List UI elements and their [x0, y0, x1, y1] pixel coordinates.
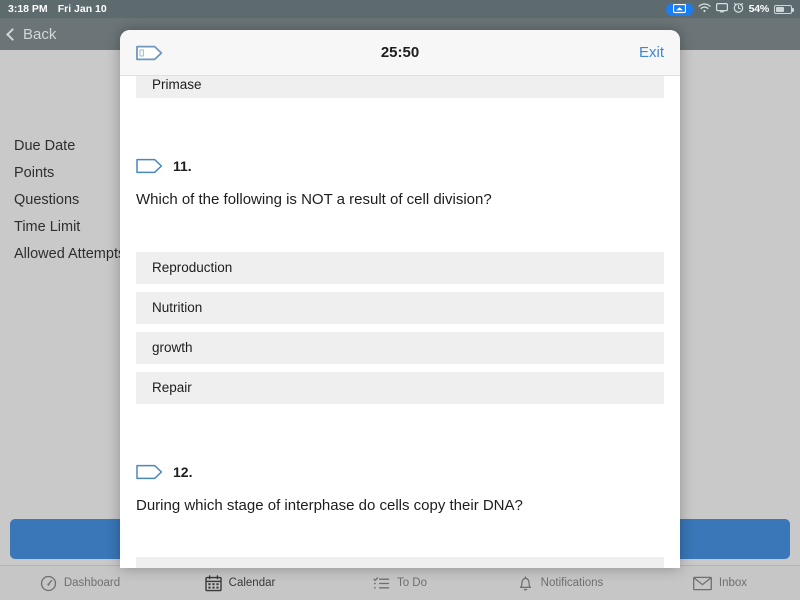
screen-mirroring-icon[interactable] — [665, 2, 693, 16]
flag-icon[interactable] — [136, 464, 163, 480]
display-icon — [715, 2, 728, 16]
bell-icon — [517, 575, 534, 592]
checklist-icon — [373, 575, 390, 592]
tab-dashboard[interactable]: Dashboard — [0, 575, 160, 592]
option-row[interactable]: Nutrition — [136, 291, 664, 324]
battery-icon — [774, 4, 794, 14]
detail-label-due-date: Due Date — [14, 138, 76, 154]
question-number: 11. — [173, 158, 192, 174]
detail-label-questions: Questions — [14, 192, 80, 208]
question-text: Which of the following is NOT a result o… — [136, 191, 492, 208]
battery-percent: 54% — [748, 3, 770, 15]
exit-quiz-button[interactable]: Exit — [639, 44, 664, 61]
alarm-icon — [733, 2, 744, 16]
wifi-icon — [697, 2, 711, 16]
status-bar-time: 3:18 PM — [8, 3, 48, 15]
gauge-icon — [40, 575, 57, 592]
calendar-icon — [204, 574, 222, 592]
status-bar-date: Fri Jan 10 — [57, 3, 107, 15]
quiz-detail-labels: Due Date Points Questions Time Limit All… — [14, 138, 125, 262]
tab-todo[interactable]: To Do — [320, 575, 480, 592]
tab-notifications[interactable]: Notifications — [480, 575, 640, 592]
question-spacer — [120, 412, 680, 442]
status-bar: 3:18 PM Fri Jan 10 54% — [0, 0, 800, 18]
question-spacer — [120, 210, 680, 252]
chevron-left-icon — [6, 27, 19, 41]
question-spacer — [120, 106, 680, 136]
option-row[interactable]: Primase — [136, 76, 664, 98]
question-header: 11. — [136, 158, 680, 174]
option-row[interactable]: Repair — [136, 371, 664, 404]
tab-label-notifications: Notifications — [540, 577, 604, 589]
option-row[interactable]: growth — [136, 331, 664, 364]
tab-inbox[interactable]: Inbox — [640, 576, 800, 591]
bottom-tab-bar: Dashboard Calendar To Do Notifications I… — [0, 565, 800, 600]
question-spacer — [120, 515, 680, 557]
question-text: During which stage of interphase do cell… — [136, 496, 523, 514]
flag-icon[interactable] — [136, 45, 163, 61]
envelope-icon — [692, 576, 712, 591]
question-number: 12. — [173, 463, 193, 480]
back-button-label: Back — [23, 25, 57, 43]
quiz-timer: 25:50 — [380, 44, 420, 61]
quiz-question-scroll-area[interactable]: Primase 11. Which of the following is NO… — [120, 76, 680, 568]
quiz-modal-header: 25:50 Exit — [120, 30, 680, 76]
tab-label-dashboard: Dashboard — [63, 577, 121, 589]
detail-label-time-limit: Time Limit — [14, 219, 81, 235]
question-header: 12. — [136, 464, 680, 480]
tab-label-todo: To Do — [396, 577, 428, 589]
tab-calendar[interactable]: Calendar — [160, 574, 320, 592]
flag-icon[interactable] — [136, 158, 163, 174]
option-row[interactable]: G0 — [136, 557, 664, 568]
back-button[interactable]: Back — [6, 25, 57, 43]
tab-label-inbox: Inbox — [718, 577, 748, 589]
detail-label-allowed-attempts: Allowed Attempts — [14, 246, 126, 262]
quiz-taking-modal: 25:50 Exit Primase 11. Which of the foll… — [120, 30, 680, 568]
detail-label-points: Points — [14, 165, 55, 181]
tab-label-calendar: Calendar — [228, 577, 276, 589]
option-row[interactable]: Reproduction — [136, 251, 664, 284]
